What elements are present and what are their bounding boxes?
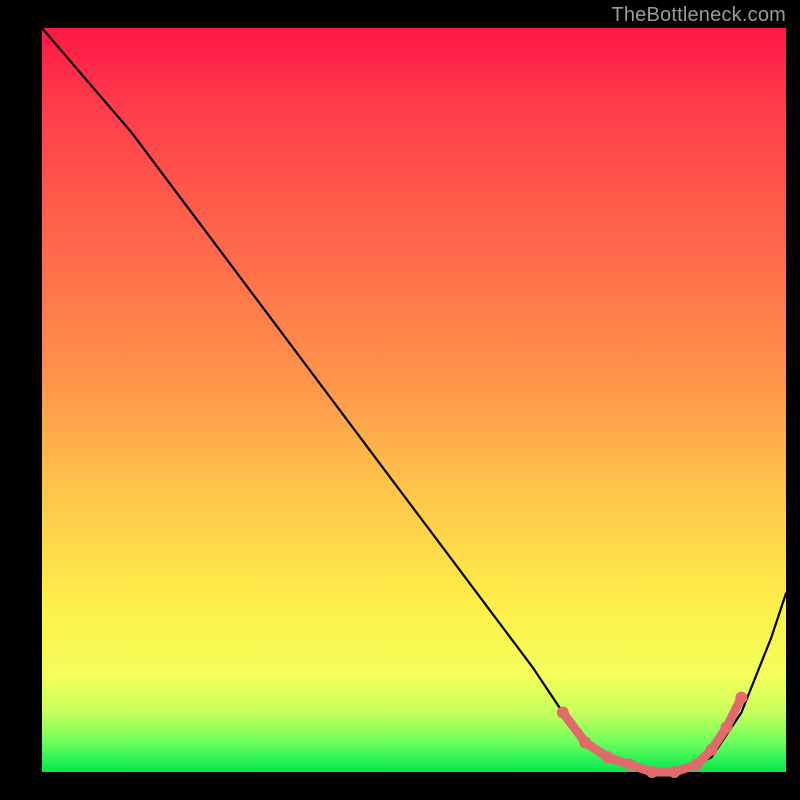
curve-svg	[42, 28, 786, 772]
plot-area	[42, 28, 786, 772]
bottleneck-curve	[42, 28, 786, 772]
optimal-range-line	[563, 698, 742, 772]
chart-frame: TheBottleneck.com	[0, 0, 800, 800]
watermark-text: TheBottleneck.com	[611, 4, 786, 27]
